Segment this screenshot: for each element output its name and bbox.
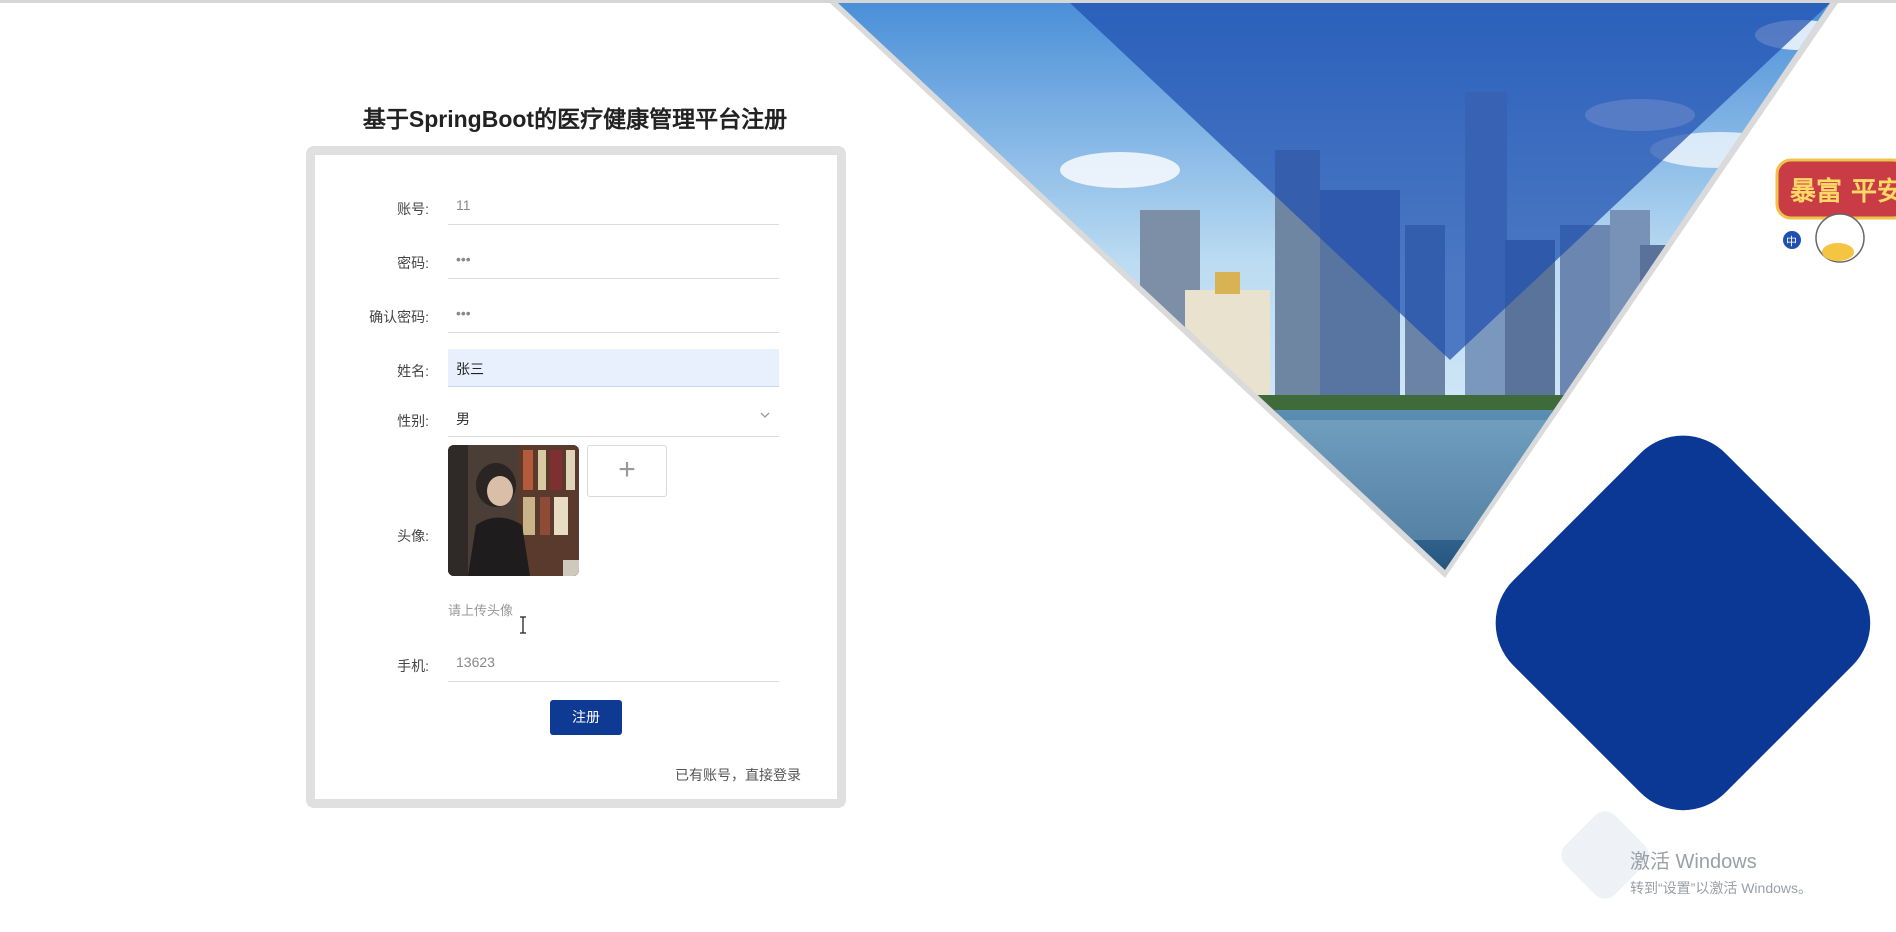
register-form: 账号: 11 密码: ••• 确认密码: ••• 姓名: 张三 性别: 男 头像… (306, 146, 846, 808)
chevron-down-icon (760, 412, 770, 418)
plus-icon: + (618, 453, 636, 486)
text-cursor-icon (520, 616, 526, 634)
city-banner-illustration: 暴富 平安 中 (830, 3, 1896, 899)
avatar-preview[interactable] (448, 445, 579, 576)
avatar-label: 头像: (397, 528, 429, 544)
watermark-subtitle: 转到“设置”以激活 Windows。 (1630, 880, 1813, 896)
phone-label: 手机: (397, 658, 429, 674)
confirm-password-label: 确认密码: (369, 309, 429, 325)
password-label: 密码: (397, 255, 429, 271)
account-input[interactable]: 11 (448, 187, 779, 225)
gender-row: 性别: 男 (315, 399, 837, 439)
avatar-hint: 请上传头像 (448, 603, 514, 618)
page-title: 基于SpringBoot的医疗健康管理平台注册 (362, 106, 788, 132)
blue-diamond (1495, 435, 1871, 811)
phone-input[interactable]: 13623 (448, 644, 779, 682)
windows-activation-watermark: 激活 Windows 转到“设置”以激活 Windows。 (1630, 845, 1812, 898)
password-row: 密码: ••• (315, 241, 837, 281)
avatar-image (448, 445, 579, 576)
confirm-password-input[interactable]: ••• (448, 295, 779, 333)
gender-value: 男 (456, 411, 470, 427)
svg-text:中: 中 (1786, 235, 1797, 248)
account-label: 账号: (397, 201, 429, 217)
name-input[interactable]: 张三 (448, 349, 779, 387)
gender-label: 性别: (397, 413, 429, 429)
confirm-password-row: 确认密码: ••• (315, 295, 837, 335)
login-link[interactable]: 已有账号，直接登录 (675, 765, 801, 785)
avatar-upload-button[interactable]: + (587, 445, 667, 497)
password-input[interactable]: ••• (448, 241, 779, 279)
fortune-sticker: 暴富 平安 中 (1775, 158, 1896, 263)
phone-row: 手机: 13623 (315, 644, 837, 684)
gender-select[interactable]: 男 (448, 399, 779, 437)
watermark-title: 激活 Windows (1630, 851, 1757, 873)
register-button[interactable]: 注册 (550, 700, 622, 735)
name-row: 姓名: 张三 (315, 349, 837, 389)
svg-text:暴富 平安: 暴富 平安 (1790, 176, 1896, 207)
name-label: 姓名: (397, 363, 429, 379)
account-row: 账号: 11 (315, 187, 837, 227)
